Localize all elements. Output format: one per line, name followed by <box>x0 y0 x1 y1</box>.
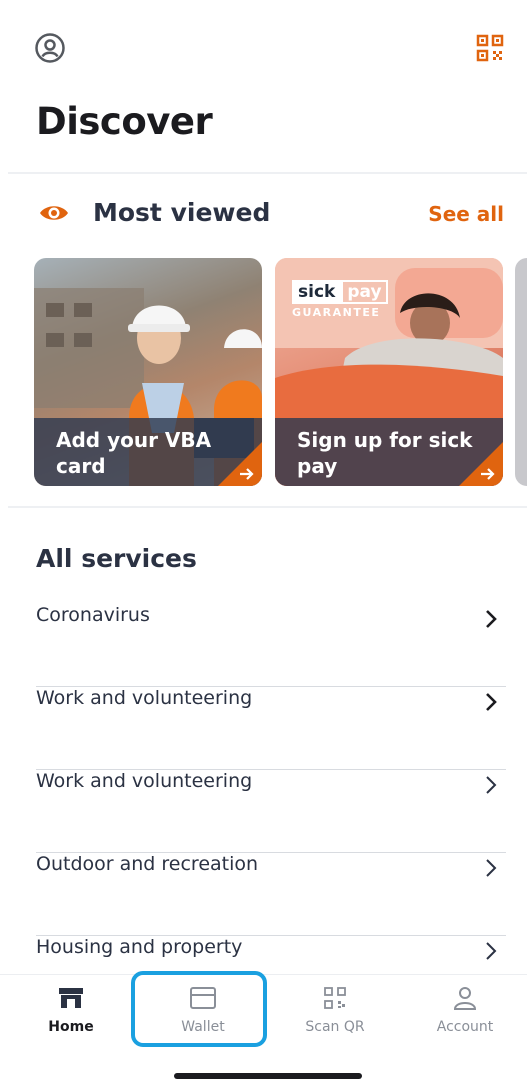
list-item[interactable]: Coronavirus <box>36 604 506 687</box>
logo-subtitle: GUARANTEE <box>292 306 381 319</box>
list-item[interactable]: Work and volunteering <box>36 770 506 853</box>
divider <box>8 172 527 174</box>
eye-icon <box>38 202 70 224</box>
section-title: All services <box>36 544 197 573</box>
person-icon <box>453 987 477 1010</box>
list-item-label: Work and volunteering <box>36 770 253 792</box>
section-title: Most viewed <box>93 198 271 227</box>
tab-label: Home <box>48 1019 94 1035</box>
tab-scan-qr[interactable]: Scan QR <box>270 975 400 1045</box>
chevron-right-icon <box>486 942 497 960</box>
chevron-right-icon <box>486 693 497 711</box>
tab-label: Scan QR <box>305 1019 365 1035</box>
card-add-vba[interactable]: Add your VBA card <box>34 258 262 486</box>
qr-scan-icon <box>324 987 346 1009</box>
tab-home[interactable]: Home <box>6 975 136 1045</box>
store-icon <box>59 988 83 1008</box>
chevron-right-icon <box>486 859 497 877</box>
page-title: Discover <box>36 100 213 143</box>
list-item-label: Housing and property <box>36 936 243 958</box>
divider <box>8 506 527 508</box>
tab-label: Account <box>436 1019 494 1035</box>
see-all-link[interactable]: See all <box>428 202 504 226</box>
card-sick-pay[interactable]: sick pay GUARANTEE Sign up for sick pay <box>275 258 503 486</box>
sick-pay-logo: sick pay GUARANTEE <box>292 280 388 319</box>
most-viewed-header: Most viewed See all <box>0 192 527 242</box>
top-bar <box>0 0 527 100</box>
profile-icon[interactable] <box>34 32 66 64</box>
most-viewed-carousel[interactable]: Add your VBA card sick pay GUARANTEE Sig… <box>0 258 527 486</box>
list-item[interactable]: Work and volunteering <box>36 687 506 770</box>
wallet-highlight-box <box>131 971 267 1047</box>
logo-word-pay: pay <box>341 280 388 304</box>
list-item-label: Outdoor and recreation <box>36 853 259 875</box>
home-indicator <box>174 1073 362 1079</box>
list-item-label: Work and volunteering <box>36 687 253 709</box>
chevron-right-icon <box>486 610 497 628</box>
arrow-right-icon <box>459 442 503 486</box>
chevron-right-icon <box>486 776 497 794</box>
list-item[interactable]: Outdoor and recreation <box>36 853 506 936</box>
qr-code-icon[interactable] <box>474 32 506 64</box>
logo-word-sick: sick <box>292 280 342 304</box>
tab-account[interactable]: Account <box>400 975 527 1045</box>
arrow-right-icon <box>218 442 262 486</box>
list-item-label: Coronavirus <box>36 604 150 626</box>
card-next-peek[interactable] <box>515 258 527 486</box>
